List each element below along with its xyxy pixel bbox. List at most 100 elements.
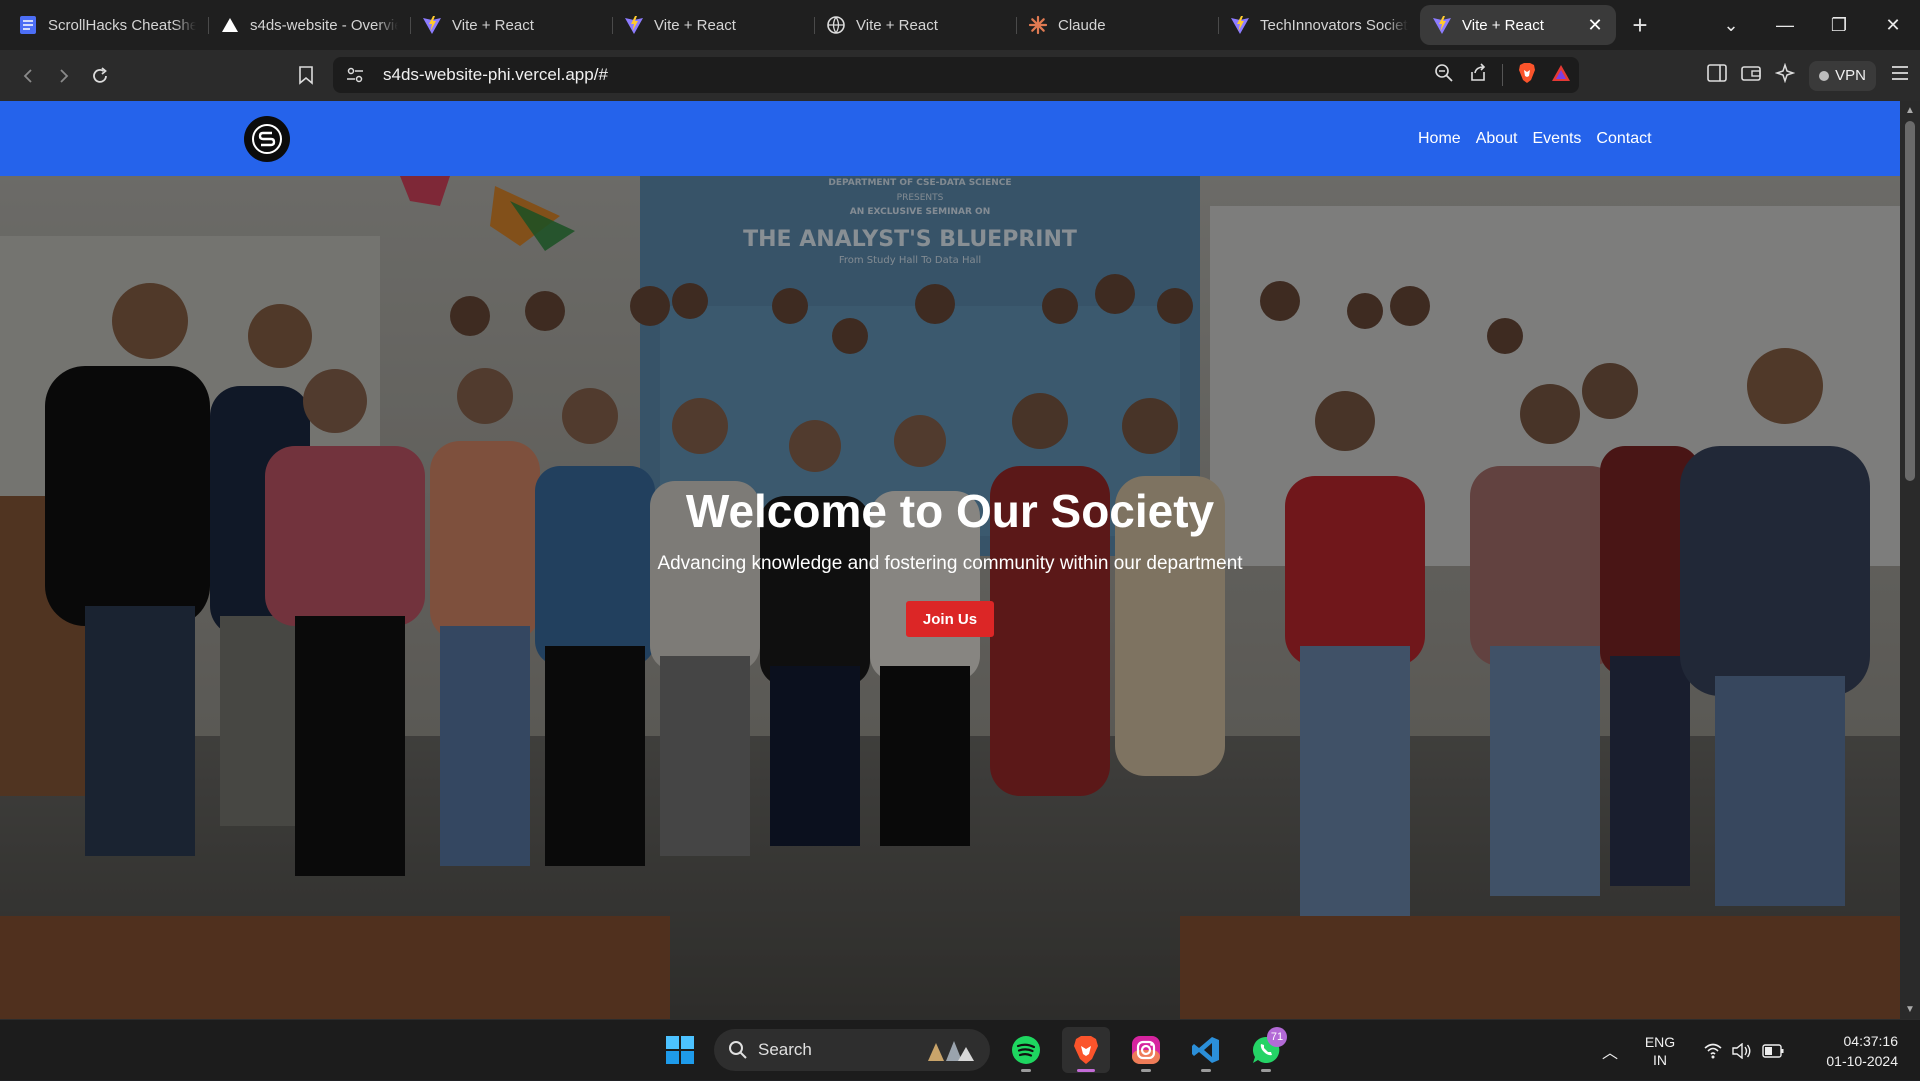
system-clock[interactable]: 04:37:16 01-10-2024	[1798, 1031, 1898, 1071]
running-indicator	[1077, 1069, 1095, 1072]
zoom-icon[interactable]	[1434, 63, 1454, 88]
hero-content: Welcome to Our Society Advancing knowled…	[0, 176, 1900, 1019]
running-indicator	[1021, 1069, 1031, 1072]
restore-button[interactable]: ❐	[1812, 15, 1866, 36]
hero-section: DEPARTMENT OF CSE-DATA SCIENCE PRESENTS …	[0, 176, 1900, 1019]
vpn-status-icon	[1819, 70, 1830, 81]
bookmark-icon[interactable]	[288, 57, 324, 93]
hero-title: Welcome to Our Society	[685, 485, 1215, 537]
browser-tab[interactable]: s4ds-website - Overview	[208, 5, 410, 45]
search-placeholder: Search	[758, 1040, 812, 1059]
vpn-button[interactable]: VPN	[1809, 60, 1876, 91]
new-tab-button[interactable]: +	[1620, 5, 1660, 45]
instagram-taskbar-icon[interactable]	[1122, 1027, 1170, 1073]
quick-settings[interactable]	[1704, 1042, 1784, 1059]
reload-button[interactable]	[82, 58, 118, 94]
hero-subtitle: Advancing knowledge and fostering commun…	[657, 553, 1243, 574]
browser-tab[interactable]: Claude	[1016, 5, 1218, 45]
vite-icon	[1230, 15, 1250, 35]
address-bar[interactable]: s4ds-website-phi.vercel.app/#	[333, 57, 1579, 93]
share-icon[interactable]	[1468, 62, 1488, 88]
browser-tab[interactable]: Vite + React	[814, 5, 1016, 45]
scroll-down-arrow-icon[interactable]: ▼	[1900, 1004, 1920, 1015]
close-tab-icon[interactable]: ✕	[1586, 15, 1604, 36]
spotify-taskbar-icon[interactable]	[1002, 1027, 1050, 1073]
vite-icon	[422, 15, 442, 35]
sidebar-icon[interactable]	[1707, 64, 1727, 87]
lang-bottom: IN	[1653, 1051, 1667, 1068]
scrollbar-thumb[interactable]	[1905, 121, 1915, 481]
vercel-icon	[220, 15, 240, 35]
doc-icon	[18, 15, 38, 35]
site-nav-links: Home About Events Contact	[1418, 101, 1652, 176]
window-controls: ⌄ — ❐ ✕	[1704, 0, 1920, 50]
running-indicator	[1201, 1069, 1211, 1072]
browser-tab[interactable]: ScrollHacks CheatSheet	[6, 5, 208, 45]
tray-overflow-chevron-icon[interactable]: ︿	[1590, 1039, 1630, 1063]
search-icon	[729, 1041, 747, 1059]
nav-link-events[interactable]: Events	[1533, 130, 1582, 148]
clock-time: 04:37:16	[1843, 1032, 1899, 1049]
start-button[interactable]	[658, 1028, 702, 1072]
menu-icon[interactable]	[1890, 65, 1910, 86]
forward-button[interactable]	[46, 58, 82, 94]
tab-title: Vite + React	[452, 16, 534, 34]
vite-icon	[624, 15, 644, 35]
vite-icon	[1432, 15, 1452, 35]
search-highlight-icon	[928, 1041, 974, 1061]
browser-tab[interactable]: Vite + React ✕	[1420, 5, 1616, 45]
battery-icon	[1762, 1043, 1784, 1058]
browser-tab[interactable]: Vite + React	[410, 5, 612, 45]
leo-ai-icon[interactable]	[1774, 62, 1796, 88]
tab-list: ScrollHacks CheatSheet s4ds-website - Ove…	[0, 0, 1616, 50]
wifi-icon	[1704, 1043, 1722, 1058]
url-text: s4ds-website-phi.vercel.app/#	[383, 65, 608, 84]
back-button[interactable]	[10, 58, 46, 94]
tab-title: Vite + React	[856, 16, 938, 34]
tab-title: ScrollHacks CheatSheet	[48, 16, 196, 34]
tab-title: TechInnovators Society	[1260, 16, 1408, 34]
nav-link-home[interactable]: Home	[1418, 130, 1461, 148]
language-indicator[interactable]: ENG IN	[1630, 1033, 1690, 1069]
brave-shields-icon[interactable]	[1517, 62, 1537, 89]
minimize-button[interactable]: —	[1758, 15, 1812, 36]
page-scrollbar[interactable]: ▲ ▼	[1900, 101, 1920, 1019]
scroll-up-arrow-icon[interactable]: ▲	[1900, 105, 1920, 116]
tab-title: Claude	[1058, 16, 1106, 34]
toolbar-right: VPN	[1707, 50, 1910, 101]
close-window-button[interactable]: ✕	[1866, 15, 1920, 36]
browser-toolbar: s4ds-website-phi.vercel.app/# VPN	[0, 50, 1920, 101]
tab-search-chevron-icon[interactable]: ⌄	[1704, 15, 1758, 36]
browser-tab[interactable]: Vite + React	[612, 5, 814, 45]
browser-tab[interactable]: TechInnovators Society	[1218, 5, 1420, 45]
browser-tab-strip: ScrollHacks CheatSheet s4ds-website - Ove…	[0, 0, 1920, 50]
tab-title: Vite + React	[1462, 16, 1544, 34]
windows-logo-icon	[666, 1036, 694, 1064]
whatsapp-unread-badge: 71	[1267, 1027, 1287, 1047]
globe-icon	[826, 15, 846, 35]
nav-link-contact[interactable]: Contact	[1596, 130, 1651, 148]
system-tray: ︿ ENG IN 04:37:16 01-10-2024	[1590, 1020, 1920, 1081]
join-us-button[interactable]: Join Us	[906, 601, 994, 637]
taskbar-apps: Search 71	[658, 1027, 1290, 1073]
page-viewport: Home About Events Contact DEPARTMENT OF CSE…	[0, 101, 1900, 1019]
volume-icon	[1732, 1042, 1751, 1059]
site-logo[interactable]	[244, 116, 290, 162]
clock-date: 01-10-2024	[1826, 1052, 1898, 1069]
taskbar-search[interactable]: Search	[714, 1029, 990, 1071]
claude-icon	[1028, 15, 1048, 35]
windows-taskbar: Search 71 ︿ ENG IN 04:37:16 01-10-2024	[0, 1019, 1920, 1080]
lang-top: ENG	[1644, 1033, 1676, 1050]
tab-title: s4ds-website - Overview	[250, 16, 398, 34]
running-indicator	[1261, 1069, 1271, 1072]
whatsapp-taskbar-icon[interactable]: 71	[1242, 1027, 1290, 1073]
site-settings-icon[interactable]	[345, 65, 365, 90]
tab-title: Vite + React	[654, 16, 736, 34]
brave-rewards-icon[interactable]	[1551, 64, 1571, 87]
vpn-label: VPN	[1835, 67, 1866, 84]
vscode-taskbar-icon[interactable]	[1182, 1027, 1230, 1073]
running-indicator	[1141, 1069, 1151, 1072]
wallet-icon[interactable]	[1741, 64, 1761, 87]
brave-taskbar-icon[interactable]	[1062, 1027, 1110, 1073]
nav-link-about[interactable]: About	[1476, 130, 1518, 148]
